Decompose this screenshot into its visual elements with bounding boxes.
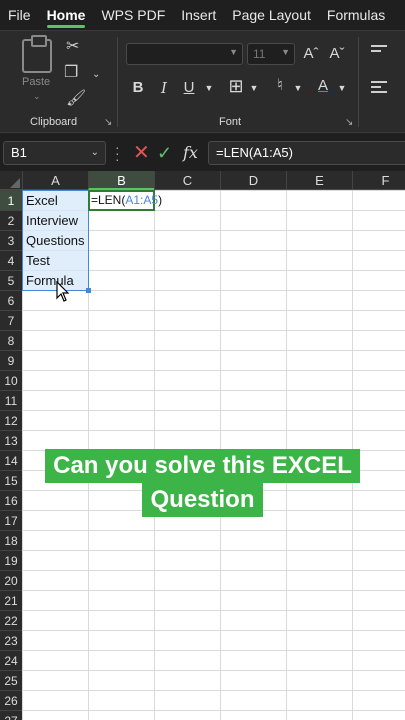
caption-overlay: Can you solve this EXCEL Question xyxy=(0,449,405,517)
row-header-19[interactable]: 19 xyxy=(0,550,22,570)
row-header-8[interactable]: 8 xyxy=(0,330,22,350)
align-left-icon[interactable] xyxy=(371,81,387,96)
column-header-e[interactable]: E xyxy=(286,171,352,190)
formula-prefix: =LEN( xyxy=(91,193,126,207)
cell-a1[interactable]: Excel xyxy=(26,191,58,211)
font-size-value: 11 xyxy=(253,47,266,61)
row-header-22[interactable]: 22 xyxy=(0,610,22,630)
row-header-5[interactable]: 5 xyxy=(0,270,22,290)
ribbon: Paste ⌄ ✂ ❐ ⌄ 🖌 Clipboard ↘ ▼ 11 ▼ Aˆ Aˇ … xyxy=(0,30,405,133)
select-all-corner[interactable] xyxy=(0,171,22,190)
enter-icon[interactable]: ✓ xyxy=(157,141,172,165)
cell-a3[interactable]: Questions xyxy=(26,231,85,251)
font-color-button[interactable]: A xyxy=(314,77,332,95)
cell-a2[interactable]: Interview xyxy=(26,211,78,231)
ribbon-divider xyxy=(358,37,359,127)
row-header-21[interactable]: 21 xyxy=(0,590,22,610)
font-group-label: Font xyxy=(219,116,242,128)
formula-suffix: ) xyxy=(158,193,163,207)
column-header-a[interactable]: A xyxy=(22,171,88,190)
font-name-box[interactable]: ▼ xyxy=(126,43,243,65)
row-header-4[interactable]: 4 xyxy=(0,250,22,270)
menu-bar: File Home WPS PDF Insert Page Layout For… xyxy=(0,0,405,30)
clipboard-group-label: Clipboard xyxy=(30,116,78,128)
borders-icon[interactable]: ⊞ xyxy=(226,77,246,95)
copy-dropdown-icon[interactable]: ⌄ xyxy=(92,67,100,83)
name-box-dropdown-icon[interactable]: ⌄ xyxy=(91,147,99,158)
menu-home[interactable]: Home xyxy=(39,0,94,30)
row-header-20[interactable]: 20 xyxy=(0,570,22,590)
font-size-dropdown-icon[interactable]: ▼ xyxy=(281,47,290,57)
menu-wps-pdf[interactable]: WPS PDF xyxy=(93,0,173,30)
formula-range-ref: A1:A5 xyxy=(125,193,159,207)
spreadsheet-grid[interactable]: A B C D E F 1 2 3 4 5 6 7 8 9 10 11 12 13 14 15 16 17 18 1… xyxy=(0,171,405,720)
row-header-24[interactable]: 24 xyxy=(0,650,22,670)
font-color-dropdown-icon[interactable]: ▼ xyxy=(336,79,348,97)
paste-dropdown-icon[interactable]: ⌄ xyxy=(33,91,41,102)
cell-b1-active[interactable]: =LEN(A1:A5) xyxy=(88,190,162,211)
underline-button[interactable]: U xyxy=(181,79,197,97)
row-header-10[interactable]: 10 xyxy=(0,370,22,390)
row-header-7[interactable]: 7 xyxy=(0,310,22,330)
paste-label[interactable]: Paste xyxy=(22,76,50,88)
formula-input[interactable]: =LEN(A1:A5) xyxy=(208,141,405,165)
format-painter-icon[interactable]: 🖌 xyxy=(66,91,86,107)
formula-bar: B1 ⌄ · · · ✕ ✓ fx =LEN(A1:A5) xyxy=(0,136,405,170)
insert-function-icon[interactable]: fx xyxy=(183,141,198,165)
row-header-27[interactable]: 27 xyxy=(0,710,22,720)
cell-a4[interactable]: Test xyxy=(26,251,50,271)
font-launcher-icon[interactable]: ↘ xyxy=(345,117,353,128)
borders-dropdown-icon[interactable]: ▼ xyxy=(248,79,260,97)
cancel-icon[interactable]: ✕ xyxy=(133,141,150,165)
font-name-dropdown-icon[interactable]: ▼ xyxy=(229,47,238,57)
menu-page-layout[interactable]: Page Layout xyxy=(224,0,319,30)
row-header-2[interactable]: 2 xyxy=(0,210,22,230)
row-header-12[interactable]: 12 xyxy=(0,410,22,430)
clipboard-launcher-icon[interactable]: ↘ xyxy=(104,117,112,128)
menu-insert[interactable]: Insert xyxy=(173,0,224,30)
row-header-25[interactable]: 25 xyxy=(0,670,22,690)
menu-file[interactable]: File xyxy=(0,0,39,30)
paste-icon[interactable] xyxy=(22,35,52,73)
mouse-pointer-icon xyxy=(56,281,70,302)
bold-button[interactable]: B xyxy=(130,79,146,97)
row-header-11[interactable]: 11 xyxy=(0,390,22,410)
column-header-f[interactable]: F xyxy=(352,171,405,190)
font-size-box[interactable]: 11 ▼ xyxy=(247,43,295,65)
row-header-3[interactable]: 3 xyxy=(0,230,22,250)
more-options-icon[interactable]: · · · xyxy=(115,140,120,166)
caption-line-1: Can you solve this EXCEL xyxy=(45,449,360,483)
column-header-c[interactable]: C xyxy=(154,171,220,190)
underline-dropdown-icon[interactable]: ▼ xyxy=(203,79,215,97)
row-header-13[interactable]: 13 xyxy=(0,430,22,450)
align-top-icon[interactable] xyxy=(371,45,387,55)
name-box[interactable]: B1 ⌄ xyxy=(3,141,106,165)
column-header-d[interactable]: D xyxy=(220,171,286,190)
italic-button[interactable]: I xyxy=(156,79,172,97)
row-header-26[interactable]: 26 xyxy=(0,690,22,710)
fill-color-icon[interactable]: ♮ xyxy=(270,77,290,95)
row-header-9[interactable]: 9 xyxy=(0,350,22,370)
name-box-value: B1 xyxy=(11,145,27,160)
shrink-font-button[interactable]: Aˇ xyxy=(328,45,346,63)
ribbon-divider xyxy=(117,37,118,127)
row-header-1[interactable]: 1 xyxy=(0,190,22,210)
column-headers: A B C D E F xyxy=(0,171,405,190)
grow-font-button[interactable]: Aˆ xyxy=(302,45,320,63)
fill-color-dropdown-icon[interactable]: ▼ xyxy=(292,79,304,97)
copy-icon[interactable]: ❐ xyxy=(64,65,78,81)
row-header-18[interactable]: 18 xyxy=(0,530,22,550)
range-fill-handle[interactable] xyxy=(86,288,91,293)
menu-formulas[interactable]: Formulas xyxy=(319,0,393,30)
caption-line-2: Question xyxy=(142,483,263,517)
cut-icon[interactable]: ✂ xyxy=(66,39,79,55)
row-header-6[interactable]: 6 xyxy=(0,290,22,310)
row-header-23[interactable]: 23 xyxy=(0,630,22,650)
column-header-b[interactable]: B xyxy=(88,171,154,190)
